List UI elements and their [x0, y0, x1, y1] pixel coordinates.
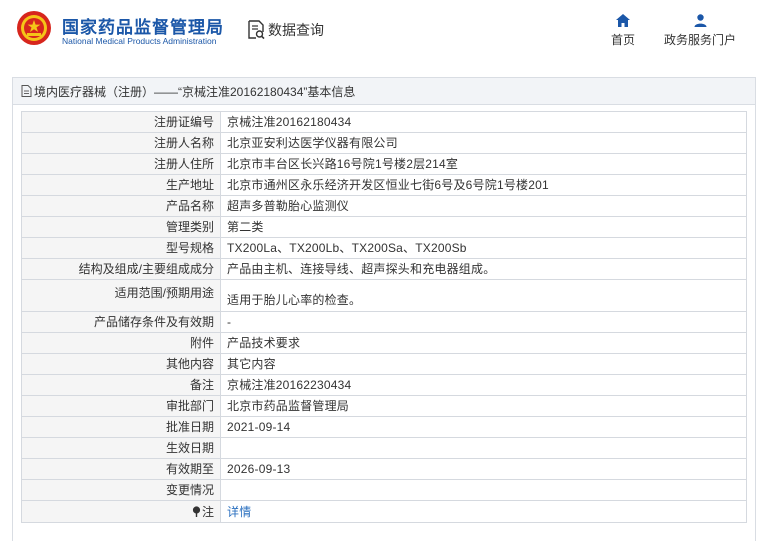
- table-row: 产品名称 超声多普勒胎心监测仪: [21, 195, 747, 217]
- nav-service-portal[interactable]: 政务服务门户: [660, 14, 740, 48]
- row-label: 生效日期: [21, 437, 221, 459]
- table-row: 审批部门 北京市药品监督管理局: [21, 395, 747, 417]
- table-row: 注册人名称 北京亚安利达医学仪器有限公司: [21, 132, 747, 154]
- row-value: 2021-09-14: [220, 416, 747, 438]
- panel-title-bar: 境内医疗器械（注册）——“京械注准20162180434”基本信息: [13, 78, 755, 105]
- table-row: 生效日期: [21, 437, 747, 459]
- row-label: 注: [21, 500, 221, 523]
- site-header: 国家药品监督管理局 National Medical Products Admi…: [0, 0, 757, 66]
- table-row: 附件 产品技术要求: [21, 332, 747, 354]
- row-label: 适用范围/预期用途: [21, 279, 221, 312]
- row-value: 北京市药品监督管理局: [220, 395, 747, 417]
- table-row: 注册人住所 北京市丰台区长兴路16号院1号楼2层214室: [21, 153, 747, 175]
- table-row: 管理类别 第二类: [21, 216, 747, 238]
- table-row: 生产地址 北京市通州区永乐经济开发区恒业七街6号及6号院1号楼201: [21, 174, 747, 196]
- row-value: [220, 437, 747, 459]
- row-value: 产品由主机、连接导线、超声探头和充电器组成。: [220, 258, 747, 280]
- row-label: 注册人名称: [21, 132, 221, 154]
- row-value: -: [220, 311, 747, 333]
- row-value: TX200La、TX200Lb、TX200Sa、TX200Sb: [220, 237, 747, 259]
- table-row: 有效期至 2026-09-13: [21, 458, 747, 480]
- table-row: 批准日期 2021-09-14: [21, 416, 747, 438]
- nav-home[interactable]: 首页: [606, 14, 640, 48]
- row-label: 产品储存条件及有效期: [21, 311, 221, 333]
- nav-home-label: 首页: [610, 33, 635, 47]
- row-label: 批准日期: [21, 416, 221, 438]
- table-row: 适用范围/预期用途 适用于胎儿心率的检查。: [21, 279, 747, 312]
- home-icon: [616, 14, 630, 27]
- row-label-text: 注: [201, 504, 214, 519]
- row-value: 超声多普勒胎心监测仪: [220, 195, 747, 217]
- row-label: 附件: [21, 332, 221, 354]
- row-value: 产品技术要求: [220, 332, 747, 354]
- table-row: 结构及组成/主要组成成分 产品由主机、连接导线、超声探头和充电器组成。: [21, 258, 747, 280]
- row-label: 其他内容: [21, 353, 221, 375]
- table-row: 其他内容 其它内容: [21, 353, 747, 375]
- row-value: 北京亚安利达医学仪器有限公司: [220, 132, 747, 154]
- row-label: 注册人住所: [21, 153, 221, 175]
- details-link[interactable]: 详情: [227, 505, 251, 519]
- table-row: 变更情况: [21, 479, 747, 501]
- row-value: 北京市通州区永乐经济开发区恒业七街6号及6号院1号楼201: [220, 174, 747, 196]
- table-row: 注册证编号 京械注准20162180434: [21, 111, 747, 133]
- device-info-panel: 境内医疗器械（注册）——“京械注准20162180434”基本信息 注册证编号京…: [12, 77, 756, 541]
- row-value: 2026-09-13: [220, 458, 747, 480]
- document-icon: [21, 85, 32, 97]
- user-icon: [694, 14, 706, 27]
- row-label: 注册证编号: [21, 111, 221, 133]
- row-label: 备注: [21, 374, 221, 396]
- national-emblem-icon[interactable]: [16, 10, 52, 46]
- nav-portal-label: 政务服务门户: [663, 33, 736, 47]
- table-row: 产品储存条件及有效期 -: [21, 311, 747, 333]
- info-table: 注册证编号 京械注准20162180434 注册人名称 北京亚安利达医学仪器有限公司注…: [21, 111, 747, 523]
- row-value: 北京市丰台区长兴路16号院1号楼2层214室: [220, 153, 747, 175]
- row-label: 有效期至: [21, 458, 221, 480]
- row-value: 第二类: [220, 216, 747, 238]
- table-row: 注详情: [21, 500, 747, 523]
- pin-icon: [192, 505, 201, 517]
- panel-title: 境内医疗器械（注册）——“京械注准20162180434”基本信息: [34, 84, 356, 99]
- row-value: [220, 479, 747, 501]
- row-label: 产品名称: [21, 195, 221, 217]
- row-label: 审批部门: [21, 395, 221, 417]
- table-row: 型号规格 TX200La、TX200Lb、TX200Sa、TX200Sb: [21, 237, 747, 259]
- row-label: 变更情况: [21, 479, 221, 501]
- table-row: 备注 京械注准20162230434: [21, 374, 747, 396]
- data-query-link[interactable]: 数据查询: [247, 20, 324, 40]
- row-label: 生产地址: [21, 174, 221, 196]
- row-label: 管理类别: [21, 216, 221, 238]
- row-value: 适用于胎儿心率的检查。: [220, 279, 747, 312]
- org-name-en: National Medical Products Administration: [62, 36, 217, 46]
- row-value: 详情: [220, 500, 747, 523]
- row-value: 其它内容: [220, 353, 747, 375]
- org-name-cn[interactable]: 国家药品监督管理局: [62, 13, 224, 38]
- data-query-label: 数据查询: [268, 22, 324, 38]
- row-label: 型号规格: [21, 237, 221, 259]
- document-search-icon: [248, 20, 265, 40]
- row-value: 京械注准20162230434: [220, 374, 747, 396]
- row-label: 结构及组成/主要组成成分: [21, 258, 221, 280]
- row-value: 京械注准20162180434: [220, 111, 747, 133]
